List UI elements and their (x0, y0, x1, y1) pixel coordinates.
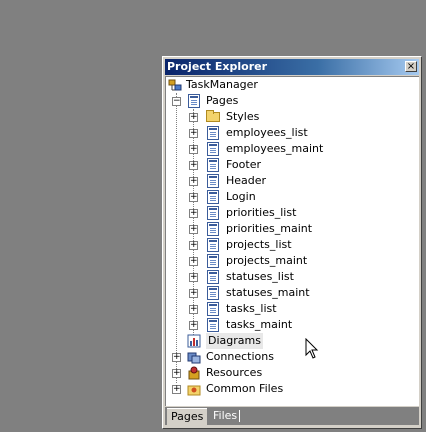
expand-icon[interactable]: + (172, 385, 181, 394)
resources-icon (188, 366, 200, 380)
tab-bar: Pages Files (165, 407, 419, 425)
tree-item-label: Login (226, 190, 256, 203)
expand-icon[interactable]: + (172, 369, 181, 378)
collapse-icon[interactable]: − (172, 97, 181, 106)
project-icon (168, 79, 182, 91)
expand-icon[interactable]: + (172, 353, 181, 362)
page-icon (207, 254, 219, 268)
project-explorer-panel: Project Explorer × TaskManager − Pages + (162, 56, 422, 429)
tree-guide-line (176, 93, 177, 383)
page-icon (207, 302, 219, 316)
page-icon (207, 318, 219, 332)
tree-item-label: Resources (206, 366, 263, 379)
tree-item-label: TaskManager (186, 78, 258, 91)
expand-icon[interactable]: + (189, 225, 198, 234)
title-bar[interactable]: Project Explorer × (165, 59, 419, 75)
page-icon (207, 222, 219, 236)
tree-item-label: tasks_list (226, 302, 277, 315)
tree-item-label: projects_maint (226, 254, 308, 267)
panel-title: Project Explorer (167, 60, 268, 73)
tree-item-label: priorities_maint (226, 222, 313, 235)
expand-icon[interactable]: + (189, 145, 198, 154)
tree-item-label: Connections (206, 350, 274, 363)
tree-item-label: Common Files (206, 382, 284, 395)
tab-pages[interactable]: Pages (167, 408, 208, 425)
page-icon (207, 190, 219, 204)
tree-item-label: priorities_list (226, 206, 297, 219)
tab-separator (239, 410, 240, 422)
expand-icon[interactable]: + (189, 273, 198, 282)
expand-icon[interactable]: + (189, 129, 198, 138)
project-tree[interactable]: TaskManager − Pages + Styles + employees… (165, 76, 419, 406)
close-button[interactable]: × (405, 61, 417, 72)
tab-files[interactable]: Files (209, 408, 241, 424)
expand-icon[interactable]: + (189, 321, 198, 330)
page-icon (207, 238, 219, 252)
page-icon (207, 126, 219, 140)
page-icon (207, 206, 219, 220)
tree-item-label: projects_list (226, 238, 292, 251)
expand-icon[interactable]: + (189, 241, 198, 250)
close-icon: × (406, 61, 416, 72)
tree-guide-line (193, 109, 194, 335)
expand-icon[interactable]: + (189, 113, 198, 122)
expand-icon[interactable]: + (189, 193, 198, 202)
page-icon (207, 174, 219, 188)
diagram-icon (187, 334, 201, 348)
page-icon (207, 142, 219, 156)
expand-icon[interactable]: + (189, 177, 198, 186)
tree-item-label: statuses_maint (226, 286, 310, 299)
tree-item-label: Pages (206, 94, 239, 107)
mouse-pointer-icon (305, 338, 319, 359)
tree-item-label: employees_maint (226, 142, 324, 155)
page-icon (207, 286, 219, 300)
pages-icon (188, 94, 200, 108)
tree-item-label: Diagrams (206, 333, 263, 349)
expand-icon[interactable]: + (189, 289, 198, 298)
tree-item-label: Header (226, 174, 267, 187)
expand-icon[interactable]: + (189, 209, 198, 218)
tree-item-label: Footer (226, 158, 261, 171)
common-files-icon (187, 385, 201, 396)
expand-icon[interactable]: + (189, 161, 198, 170)
expand-icon[interactable]: + (189, 257, 198, 266)
tree-item-label: Styles (226, 110, 260, 123)
page-icon (207, 270, 219, 284)
connections-icon (187, 352, 201, 364)
tree-item-label: statuses_list (226, 270, 294, 283)
page-icon (207, 158, 219, 172)
tree-item-label: tasks_maint (226, 318, 293, 331)
expand-icon[interactable]: + (189, 305, 198, 314)
folder-icon (206, 110, 220, 122)
tree-item-label: employees_list (226, 126, 308, 139)
